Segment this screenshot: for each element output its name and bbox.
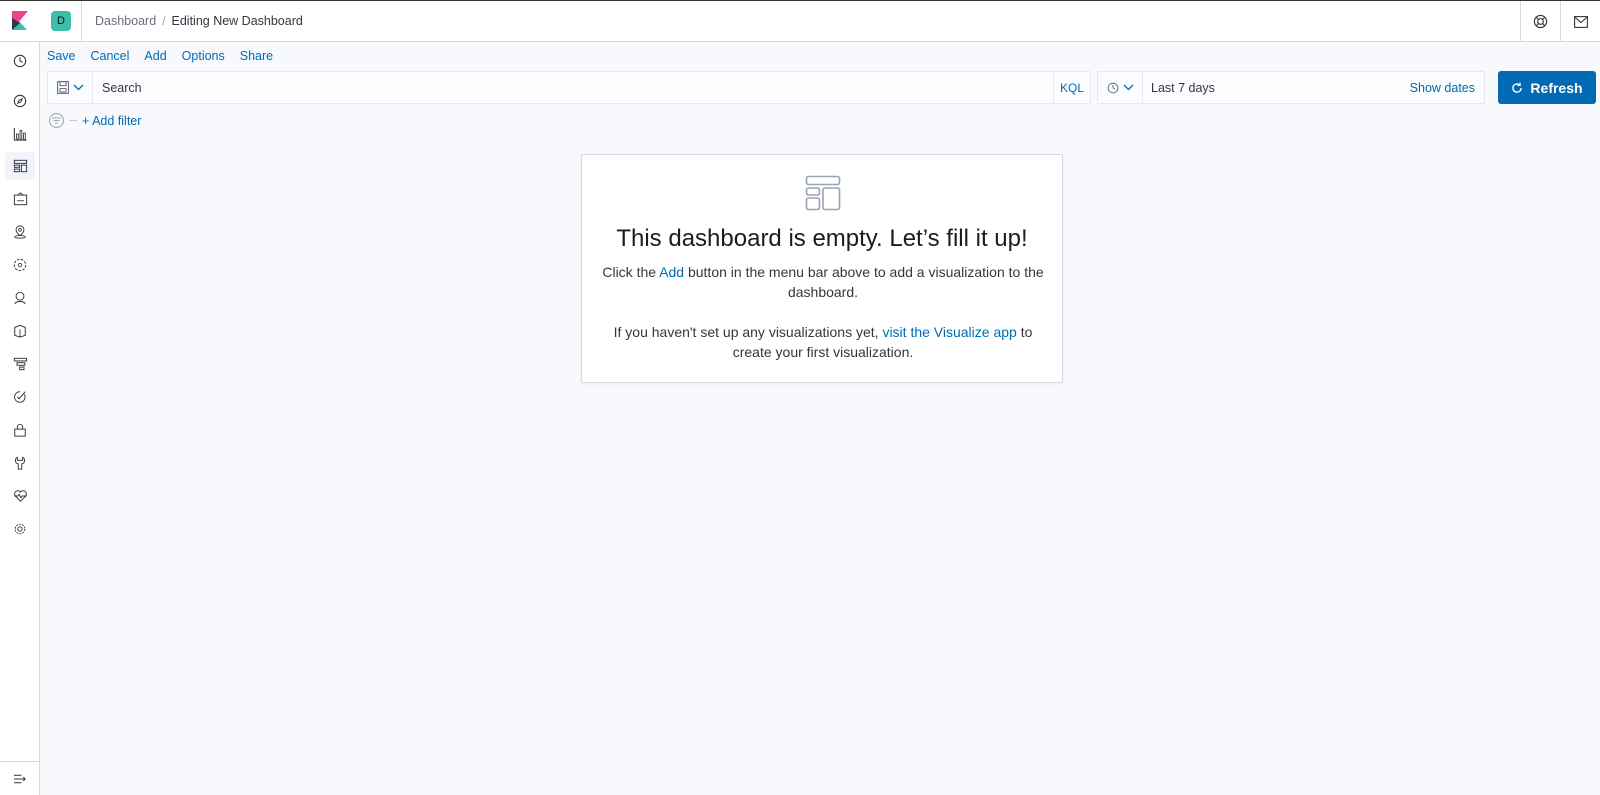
kibana-logo[interactable] xyxy=(0,1,40,42)
breadcrumb-current: Editing New Dashboard xyxy=(171,14,303,28)
nav-uptime[interactable] xyxy=(5,383,35,411)
refresh-icon xyxy=(1512,82,1523,93)
space-avatar[interactable]: D xyxy=(51,11,71,31)
search-input[interactable] xyxy=(93,72,1053,103)
add-filter-button[interactable]: + Add filter xyxy=(82,114,141,128)
nav-visualize[interactable] xyxy=(5,120,35,148)
filter-icon xyxy=(52,117,61,124)
instructions-text-before: Click the xyxy=(602,264,660,280)
nav-dev-tools[interactable] xyxy=(5,449,35,477)
nav-discover[interactable] xyxy=(5,87,35,115)
options-button[interactable]: Options xyxy=(182,49,225,63)
header-right-actions xyxy=(1520,1,1600,42)
cancel-button[interactable]: Cancel xyxy=(91,49,130,63)
apm-icon xyxy=(13,357,27,371)
nav-recently-viewed[interactable] xyxy=(5,47,35,75)
instructions-text-after: button in the menu bar above to add a vi… xyxy=(684,264,1044,300)
saved-query-menu-button[interactable] xyxy=(48,72,93,103)
share-button[interactable]: Share xyxy=(240,49,273,63)
newsfeed-icon xyxy=(1573,15,1588,28)
show-dates-button[interactable]: Show dates xyxy=(1410,81,1475,95)
dashboard-app-icon xyxy=(805,175,841,211)
breadcrumb: Dashboard / Editing New Dashboard xyxy=(95,14,303,28)
nav-infrastructure[interactable] xyxy=(5,284,35,312)
logs-icon xyxy=(14,324,26,338)
filter-bar: + Add filter xyxy=(49,113,141,128)
kibana-logo-icon xyxy=(12,11,28,30)
empty-state-visualize-hint: If you haven't set up any visualizations… xyxy=(602,322,1044,362)
newsfeed-button[interactable] xyxy=(1560,1,1600,42)
nav-management[interactable] xyxy=(5,515,35,543)
refresh-button[interactable]: Refresh xyxy=(1498,71,1596,104)
maps-icon xyxy=(14,225,26,239)
help-icon xyxy=(1533,14,1548,29)
header-divider xyxy=(81,0,82,42)
date-picker: Last 7 days Show dates xyxy=(1097,71,1485,104)
global-header: D Dashboard / Editing New Dashboard xyxy=(0,0,1600,42)
dashboard-icon xyxy=(13,159,27,173)
quick-select-button[interactable] xyxy=(1098,72,1143,103)
nav-siem[interactable] xyxy=(5,416,35,444)
query-language-button[interactable]: KQL xyxy=(1053,72,1090,103)
devtools-icon xyxy=(14,456,26,470)
monitoring-icon xyxy=(13,490,27,502)
hint-text-before: If you haven't set up any visualizations… xyxy=(613,324,883,340)
saved-query-icon xyxy=(56,81,69,94)
visualize-icon xyxy=(13,127,27,141)
breadcrumb-separator: / xyxy=(162,14,166,28)
siem-icon xyxy=(14,423,26,437)
nav-apm[interactable] xyxy=(5,350,35,378)
chevron-down-icon xyxy=(1123,84,1133,91)
refresh-label: Refresh xyxy=(1530,79,1583,96)
query-bar: KQL xyxy=(47,71,1091,104)
help-button[interactable] xyxy=(1520,1,1560,42)
canvas-icon xyxy=(13,192,27,206)
uptime-icon xyxy=(14,391,26,403)
dashboard-top-menu: Save Cancel Add Options Share xyxy=(47,49,288,63)
nav-logs[interactable] xyxy=(5,317,35,345)
filter-options-button[interactable] xyxy=(49,113,64,128)
collapse-icon xyxy=(13,774,26,783)
clock-icon xyxy=(13,54,27,68)
date-range-label[interactable]: Last 7 days xyxy=(1151,81,1215,95)
filter-divider xyxy=(69,120,77,121)
empty-dashboard-panel: This dashboard is empty. Let’s fill it u… xyxy=(581,154,1063,383)
nav-dashboard[interactable] xyxy=(5,152,35,180)
add-button[interactable]: Add xyxy=(144,49,166,63)
nav-machine-learning[interactable] xyxy=(5,251,35,279)
infra-icon xyxy=(14,291,26,305)
gear-icon xyxy=(14,523,26,535)
add-link[interactable]: Add xyxy=(659,264,684,280)
side-nav xyxy=(0,42,40,795)
compass-icon xyxy=(13,94,27,108)
empty-state-title: This dashboard is empty. Let’s fill it u… xyxy=(616,225,1028,252)
nav-canvas[interactable] xyxy=(5,185,35,213)
ml-icon xyxy=(13,258,27,272)
save-button[interactable]: Save xyxy=(47,49,76,63)
nav-collapse-button[interactable] xyxy=(0,761,40,795)
visualize-app-link[interactable]: visit the Visualize app xyxy=(882,324,1016,340)
breadcrumb-dashboard[interactable]: Dashboard xyxy=(95,14,156,28)
nav-monitoring[interactable] xyxy=(5,482,35,510)
nav-maps[interactable] xyxy=(5,218,35,246)
empty-state-instructions: Click the Add button in the menu bar abo… xyxy=(602,262,1044,302)
clock-icon xyxy=(1107,82,1118,93)
chevron-down-icon xyxy=(73,84,83,91)
